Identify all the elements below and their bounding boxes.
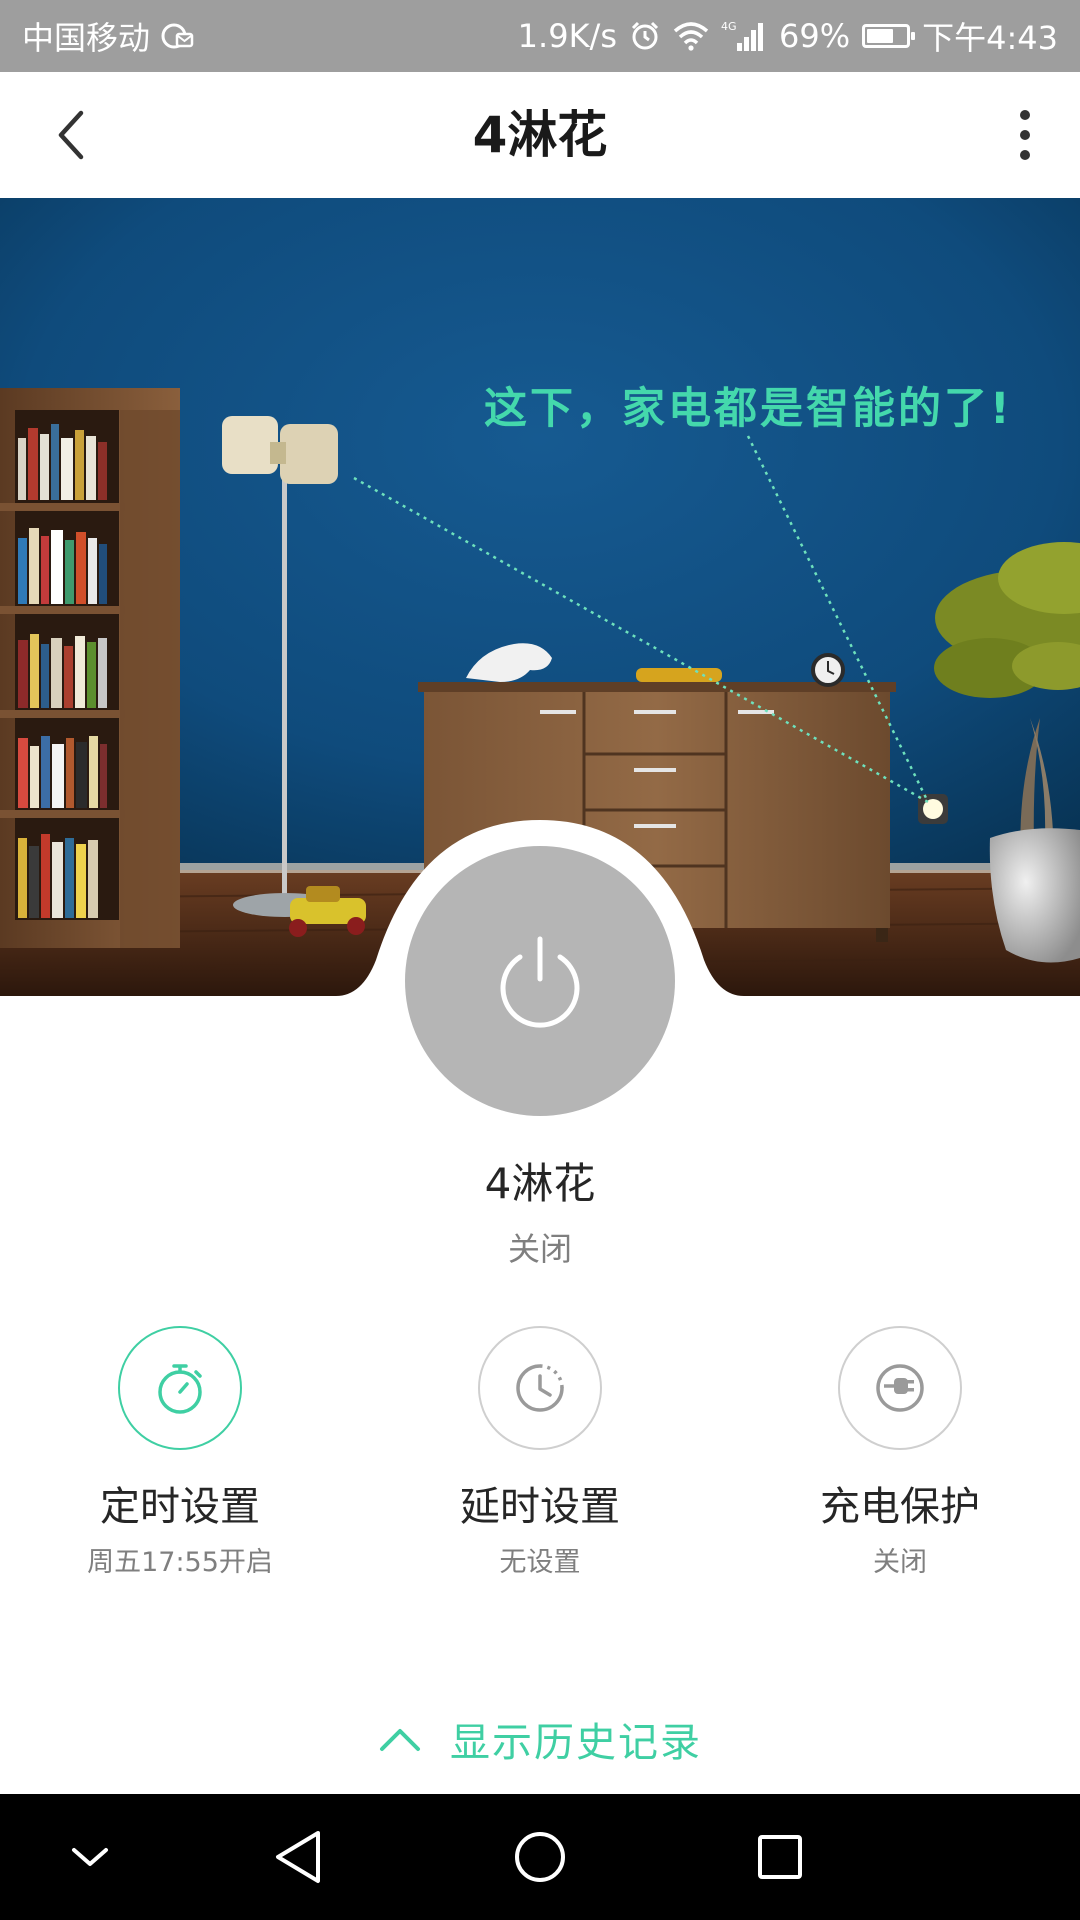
stopwatch-icon xyxy=(158,1364,202,1414)
delay-icon-circle xyxy=(478,1326,602,1450)
plug-icon xyxy=(876,1364,924,1412)
device-status: 关闭 xyxy=(507,1230,572,1268)
wifi-icon xyxy=(673,21,709,51)
more-vertical-icon xyxy=(1020,110,1030,160)
clock-icon xyxy=(516,1364,564,1412)
nav-recents-button[interactable] xyxy=(745,1822,815,1892)
charge-protection-icon-circle xyxy=(838,1326,962,1450)
recents-square-icon xyxy=(758,1835,802,1879)
page-title: 4淋花 xyxy=(472,106,608,164)
status-left: 中国移动 xyxy=(22,13,194,59)
power-icon xyxy=(500,936,580,1028)
nav-home-button[interactable] xyxy=(505,1822,575,1892)
schedule-setting[interactable]: 定时设置 周五17:55开启 xyxy=(30,1326,330,1579)
charge-protection-value: 关闭 xyxy=(873,1547,927,1578)
show-history-button[interactable]: 显示历史记录 xyxy=(0,1710,1080,1768)
hd-call-icon xyxy=(160,21,194,51)
device-name: 4淋花 xyxy=(484,1159,596,1208)
signal-icon: 4G xyxy=(721,19,767,53)
home-circle-icon xyxy=(515,1832,565,1882)
schedule-label: 定时设置 xyxy=(100,1484,260,1530)
system-nav-bar xyxy=(0,1794,1080,1920)
alarm-icon xyxy=(629,20,661,52)
nav-collapse-button[interactable] xyxy=(55,1822,125,1892)
clock-time: 下午4:43 xyxy=(922,19,1058,57)
show-history-label: 显示历史记录 xyxy=(450,1720,702,1766)
delay-setting[interactable]: 延时设置 无设置 xyxy=(390,1326,690,1579)
delay-label: 延时设置 xyxy=(460,1484,620,1530)
delay-value: 无设置 xyxy=(499,1547,581,1578)
chevron-up-icon xyxy=(380,1729,420,1751)
power-toggle-button[interactable] xyxy=(405,846,675,1116)
status-right: 1.9K/s 4G 69% 下午4:43 xyxy=(518,13,1058,59)
battery-percent: 69% xyxy=(779,17,851,55)
nav-back-button[interactable] xyxy=(263,1822,333,1892)
title-bar: 4淋花 xyxy=(0,72,1080,198)
network-type: 4G xyxy=(721,20,737,33)
status-bar: 中国移动 1.9K/s 4G 69% 下午4:43 xyxy=(0,0,1080,72)
more-options-button[interactable] xyxy=(992,102,1058,168)
hero-caption: 这下，家电都是智能的了! xyxy=(484,384,1013,434)
collapse-down-icon xyxy=(72,1848,108,1866)
carrier-name: 中国移动 xyxy=(22,19,151,57)
back-triangle-icon xyxy=(276,1831,320,1883)
battery-icon xyxy=(862,24,916,48)
charge-protection-setting[interactable]: 充电保护 关闭 xyxy=(750,1326,1050,1579)
schedule-icon-circle xyxy=(118,1326,242,1450)
charge-protection-label: 充电保护 xyxy=(820,1484,980,1530)
schedule-value: 周五17:55开启 xyxy=(87,1547,273,1578)
network-speed: 1.9K/s xyxy=(517,17,617,55)
